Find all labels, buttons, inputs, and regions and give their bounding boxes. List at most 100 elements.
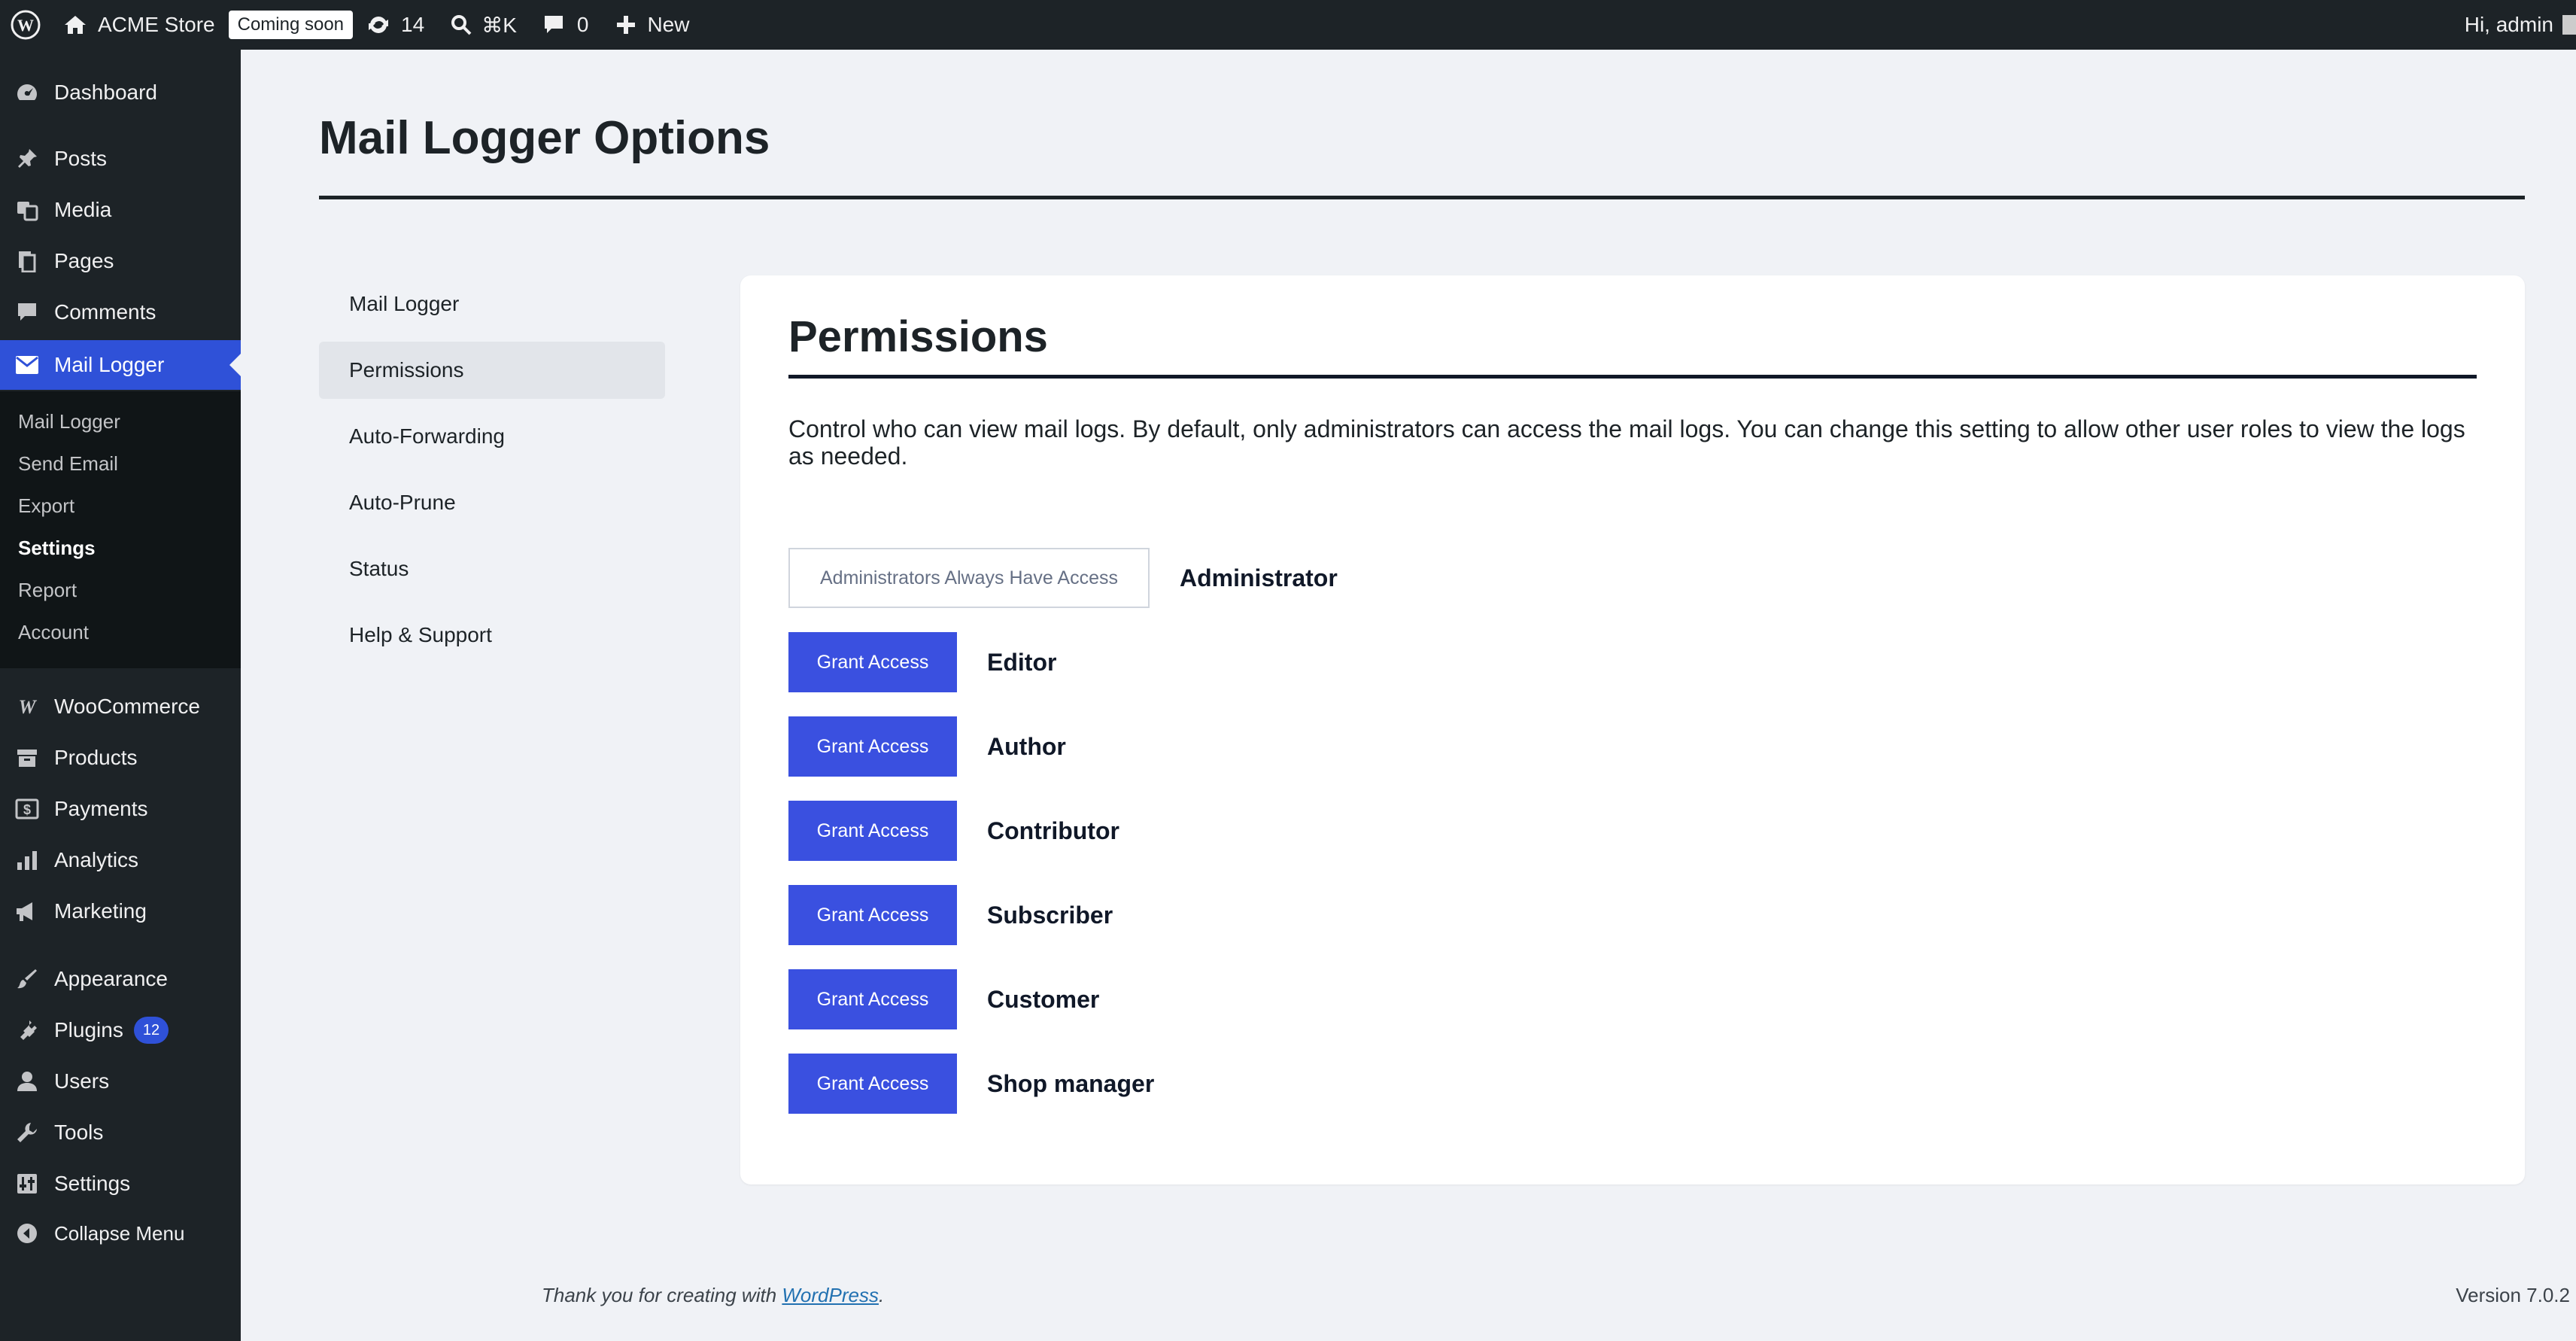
subnav-auto-forwarding[interactable]: Auto-Forwarding: [319, 408, 665, 465]
menu-mail-logger[interactable]: Mail Logger: [0, 340, 241, 390]
svg-text:W: W: [17, 16, 34, 35]
megaphone-icon: [0, 900, 54, 923]
role-label: Administrator: [1180, 564, 1338, 591]
brush-icon: [0, 968, 54, 990]
menu-label: Dashboard: [54, 81, 157, 104]
role-row-editor: Grant Access Editor: [788, 632, 1056, 692]
settings-icon: [0, 1172, 54, 1195]
menu-label: Collapse Menu: [54, 1221, 185, 1245]
menu-tools[interactable]: Tools: [0, 1108, 241, 1157]
menu-posts[interactable]: Posts: [0, 134, 241, 184]
svg-text:$: $: [23, 802, 31, 817]
menu-appearance[interactable]: Appearance: [0, 954, 241, 1004]
archive-icon: [0, 747, 54, 769]
menu-label: WooCommerce: [54, 695, 200, 718]
menu-comments[interactable]: Comments: [0, 287, 241, 337]
menu-payments[interactable]: $ Payments: [0, 784, 241, 834]
subnav-status[interactable]: Status: [319, 540, 665, 598]
collapse-icon: [0, 1222, 54, 1245]
menu-pages[interactable]: Pages: [0, 236, 241, 286]
section-title: Permissions: [788, 312, 1048, 361]
refresh-icon: [369, 16, 389, 34]
plus-icon: [617, 16, 636, 34]
menu-media[interactable]: Media: [0, 185, 241, 235]
dashboard-icon: [0, 81, 54, 104]
admin-sidebar: Dashboard Posts Media Pages Comments Mai…: [0, 50, 241, 1341]
pin-icon: [0, 147, 54, 170]
grant-access-button[interactable]: Grant Access: [788, 632, 957, 692]
site-name-link[interactable]: ACME Store: [56, 0, 215, 50]
submenu-settings[interactable]: Settings: [18, 533, 96, 563]
menu-analytics[interactable]: Analytics: [0, 835, 241, 885]
submenu-send-email[interactable]: Send Email: [18, 449, 118, 479]
menu-dashboard[interactable]: Dashboard: [0, 68, 241, 117]
comments-count: 0: [576, 13, 589, 36]
menu-plugins[interactable]: Plugins 12: [0, 1005, 241, 1055]
menu-label: Posts: [54, 147, 108, 170]
updates-count: 14: [401, 13, 425, 36]
command-search[interactable]: ⌘K: [450, 0, 517, 50]
subnav-auto-prune[interactable]: Auto-Prune: [319, 474, 665, 531]
wordpress-link[interactable]: WordPress: [782, 1284, 879, 1306]
grant-access-button[interactable]: Grant Access: [788, 885, 957, 945]
avatar: [2562, 15, 2576, 35]
footer-thanks: Thank you for creating with WordPress.: [542, 1284, 884, 1307]
submenu-export[interactable]: Export: [18, 491, 74, 521]
comment-icon: [544, 16, 563, 33]
collapse-menu-button[interactable]: Collapse Menu: [0, 1209, 241, 1258]
submenu-mail-logger[interactable]: Mail Logger: [18, 406, 120, 436]
grant-access-button[interactable]: Grant Access: [788, 716, 957, 777]
role-label: Customer: [987, 985, 1100, 1013]
user-icon: [0, 1070, 54, 1093]
coming-soon-badge[interactable]: Coming soon: [228, 11, 354, 39]
home-icon: [65, 16, 86, 34]
menu-label: Plugins: [54, 1018, 123, 1041]
footer-version: Version 7.0.2: [2456, 1284, 2570, 1306]
menu-woocommerce[interactable]: W WooCommerce: [0, 682, 241, 731]
menu-settings[interactable]: Settings: [0, 1159, 241, 1209]
grant-access-button[interactable]: Grant Access: [788, 801, 957, 861]
new-content-link[interactable]: New: [615, 0, 689, 50]
search-icon: [451, 15, 472, 35]
menu-label: Media: [54, 198, 112, 221]
menu-label: Users: [54, 1069, 110, 1093]
submenu-report[interactable]: Report: [18, 575, 77, 605]
comments-link[interactable]: 0: [542, 0, 589, 50]
submenu-account[interactable]: Account: [18, 617, 89, 647]
menu-label: Marketing: [54, 899, 147, 923]
page-title: Mail Logger Options: [319, 112, 770, 164]
role-row-author: Grant Access Author: [788, 716, 1066, 777]
my-account[interactable]: Hi, admin: [2465, 0, 2576, 50]
updates-link[interactable]: 14: [366, 0, 424, 50]
permissions-card: Permissions Control who can view mail lo…: [740, 275, 2525, 1184]
subnav-mail-logger[interactable]: Mail Logger: [319, 275, 665, 333]
envelope-icon: [0, 355, 54, 375]
subnav-help-support[interactable]: Help & Support: [319, 607, 665, 664]
new-label: New: [647, 13, 690, 36]
woocommerce-icon: W: [0, 698, 54, 716]
footer-thanks-prefix: Thank you for creating with: [542, 1284, 782, 1306]
menu-products[interactable]: Products: [0, 733, 241, 783]
pages-icon: [0, 250, 54, 272]
menu-users[interactable]: Users: [0, 1057, 241, 1106]
menu-label: Comments: [54, 300, 156, 324]
mail-logger-submenu: Mail Logger Send Email Export Settings R…: [0, 391, 241, 668]
role-label: Author: [987, 732, 1066, 760]
search-shortcut: ⌘K: [481, 13, 517, 37]
grant-access-button[interactable]: Grant Access: [788, 1054, 957, 1114]
footer-thanks-suffix: .: [878, 1284, 885, 1306]
role-row-contributor: Grant Access Contributor: [788, 801, 1119, 861]
menu-label: Mail Logger: [54, 353, 165, 376]
subnav-permissions[interactable]: Permissions: [319, 342, 665, 399]
role-label: Shop manager: [987, 1069, 1155, 1097]
role-label: Subscriber: [987, 901, 1113, 929]
section-description: Control who can view mail logs. By defau…: [788, 415, 2465, 470]
menu-label: Products: [54, 746, 138, 769]
section-divider: [788, 375, 2477, 379]
grant-access-button[interactable]: Grant Access: [788, 969, 957, 1029]
wordpress-logo-icon[interactable]: W: [0, 0, 56, 50]
role-row-shop-manager: Grant Access Shop manager: [788, 1054, 1154, 1114]
menu-marketing[interactable]: Marketing: [0, 886, 241, 936]
role-label: Contributor: [987, 816, 1119, 844]
admin-bar: W ACME Store Coming soon 14 ⌘K 0 New Hi,…: [0, 0, 2576, 50]
